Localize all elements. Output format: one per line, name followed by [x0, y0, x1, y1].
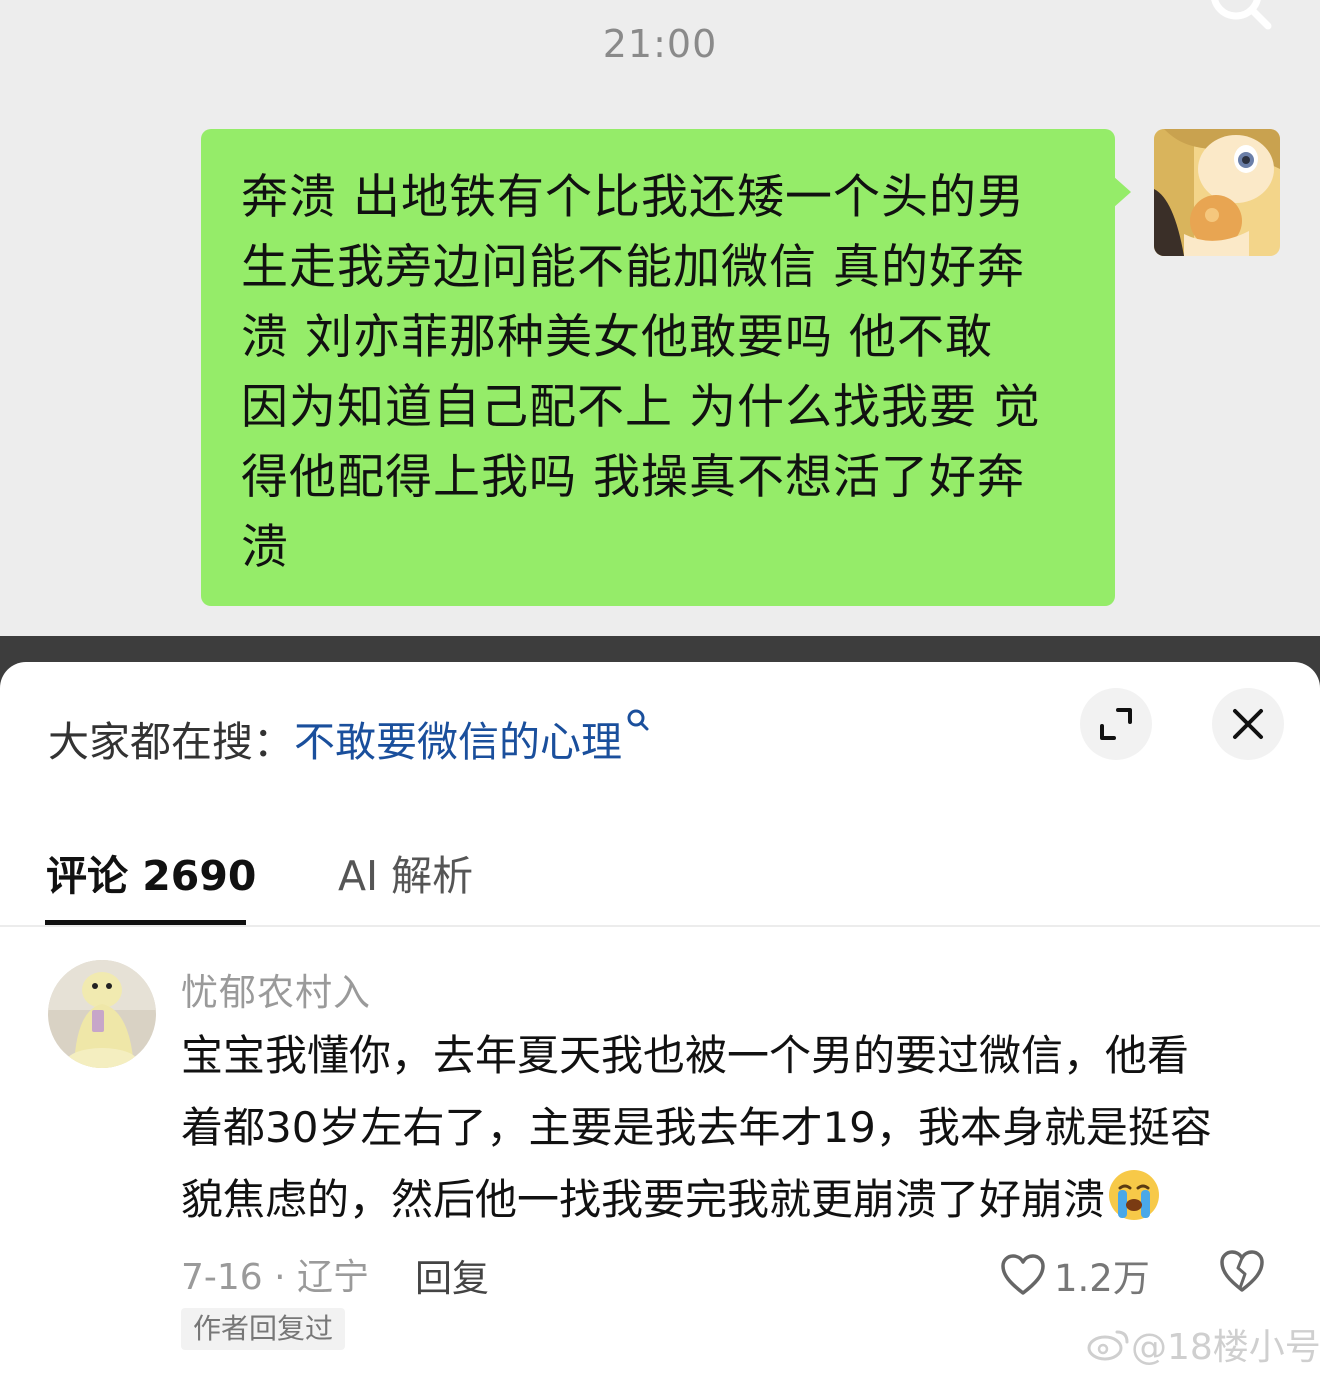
comment-line: 貌焦虑的，然后他一找我要完我就更崩溃了好崩溃 [181, 1175, 1106, 1224]
search-icon[interactable] [1206, 0, 1276, 34]
message-line: 生走我旁边问能不能加微信 真的好奔 [241, 240, 1025, 295]
like-button[interactable]: 1.2万 [1000, 1248, 1150, 1302]
trending-search[interactable]: 大家都在搜：不敢要微信的心理 [48, 708, 650, 768]
close-button[interactable] [1212, 688, 1284, 760]
heart-icon [1001, 1254, 1045, 1295]
comment-sheet: 大家都在搜：不敢要微信的心理 评论 2690 AI 解析 忧郁农村入 宝宝我懂你… [0, 662, 1320, 1376]
reply-button[interactable]: 回复 [415, 1248, 489, 1302]
commenter-avatar[interactable] [48, 960, 156, 1068]
comment-username[interactable]: 忧郁农村入 [181, 962, 371, 1016]
like-count: 1.2万 [1054, 1257, 1150, 1300]
sender-avatar[interactable] [1154, 129, 1280, 256]
message-bubble[interactable]: 奔溃 出地铁有个比我还矮一个头的男 生走我旁边问能不能加微信 真的好奔 溃 刘亦… [201, 129, 1115, 606]
tab-ai-analysis[interactable]: AI 解析 [338, 842, 473, 902]
expand-icon [1100, 708, 1132, 740]
message-line: 溃 刘亦菲那种美女他敢要吗 他不敢 [241, 310, 993, 365]
trending-search-prefix: 大家都在搜： [48, 718, 294, 766]
trending-search-term[interactable]: 不敢要微信的心理 [294, 718, 622, 766]
chat-timestamp: 21:00 [602, 22, 718, 66]
broken-heart-icon[interactable] [1218, 1248, 1266, 1294]
comment-line: 着都30岁左右了，主要是我去年才19，我本身就是挺容 [181, 1103, 1212, 1152]
message-line: 因为知道自己配不上 为什么找我要 觉 [241, 380, 1041, 435]
crying-emoji-icon [1109, 1170, 1160, 1220]
comment-body[interactable]: 宝宝我懂你，去年夏天我也被一个男的要过微信，他看 着都30岁左右了，主要是我去年… [181, 1020, 1261, 1236]
comment-line: 宝宝我懂你，去年夏天我也被一个男的要过微信，他看 [181, 1031, 1190, 1080]
watermark: @18楼小号 [1087, 1318, 1320, 1370]
bubble-tail [1113, 176, 1131, 208]
message-line: 得他配得上我吗 我操真不想活了好奔 [241, 450, 1025, 505]
tab-comments[interactable]: 评论 2690 [46, 842, 256, 902]
chat-area: 21:00 奔溃 出地铁有个比我还矮一个头的男 生走我旁边问能不能加微信 真的好… [0, 0, 1320, 636]
message-line: 奔溃 出地铁有个比我还矮一个头的男 [241, 170, 1025, 225]
message-line: 溃 [241, 520, 289, 575]
expand-button[interactable] [1080, 688, 1152, 760]
divider [0, 925, 1320, 927]
search-icon [627, 709, 649, 731]
watermark-text: @18楼小号 [1131, 1327, 1320, 1368]
tab-bar: 评论 2690 AI 解析 [0, 832, 1320, 926]
author-replied-badge: 作者回复过 [181, 1308, 346, 1350]
comment-meta: 7-16 · 辽宁 [181, 1257, 370, 1298]
comment-line-last: 貌焦虑的，然后他一找我要完我就更崩溃了好崩溃 [181, 1164, 1261, 1236]
close-icon [1233, 709, 1263, 739]
weibo-logo-icon [1087, 1330, 1129, 1361]
